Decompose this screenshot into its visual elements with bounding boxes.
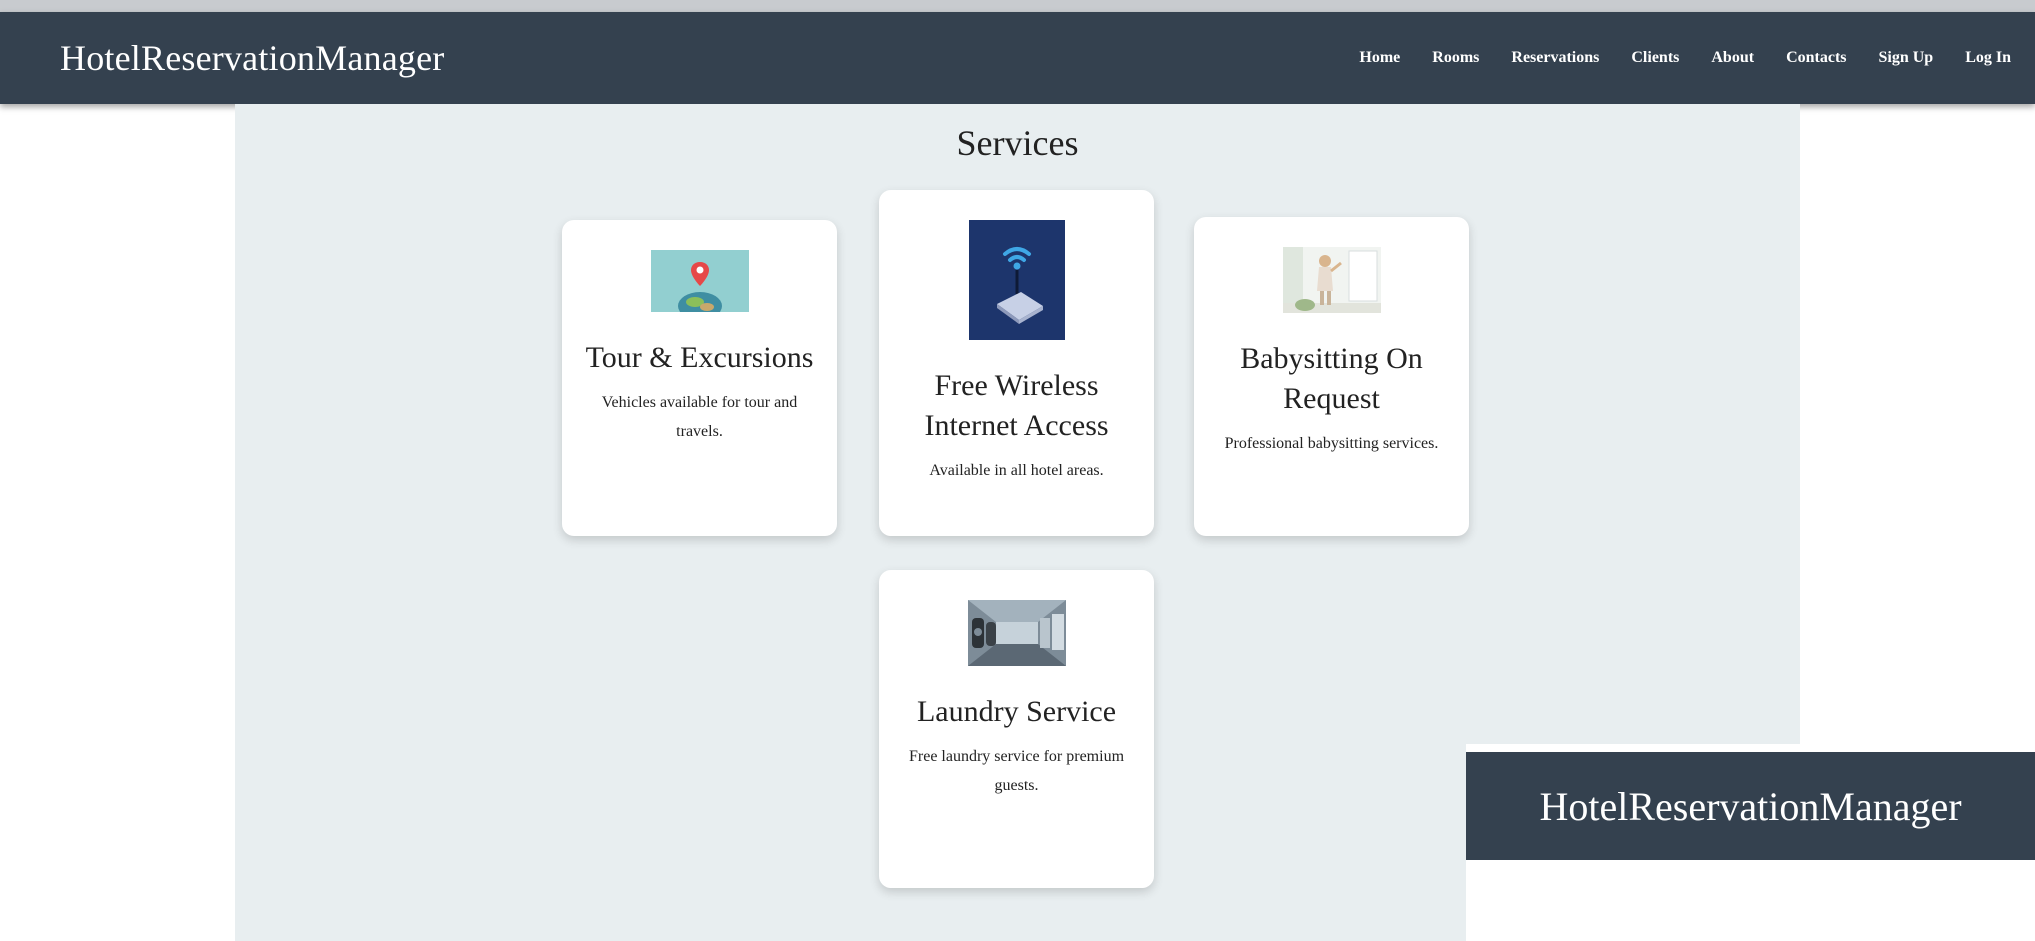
nav-log-in[interactable]: Log In — [1965, 49, 2011, 67]
card-description: Available in all hotel areas. — [929, 462, 1104, 479]
wifi-router-image — [968, 220, 1065, 340]
service-card-wifi: Free Wireless Internet Access Available … — [879, 190, 1154, 536]
overlay-top-gap — [1466, 744, 2035, 752]
service-card-babysitting: Babysitting On Request Professional baby… — [1194, 217, 1469, 536]
card-title: Laundry Service — [916, 695, 1117, 728]
card-description: Professional babysitting services. — [1224, 435, 1439, 452]
section-title: Services — [956, 123, 1079, 163]
card-title: Tour & Excursions — [585, 341, 814, 374]
card-description: Vehicles available for tour and travels. — [601, 394, 798, 440]
nav-contacts[interactable]: Contacts — [1786, 49, 1846, 67]
card-title: Free Wireless Internet Access — [924, 369, 1109, 442]
card-description: Free laundry service for premium guests. — [908, 748, 1125, 794]
nav-home[interactable]: Home — [1359, 49, 1400, 67]
brand-logo[interactable]: HotelReservationManager — [60, 37, 444, 79]
overlay-blank-area — [1466, 860, 2035, 941]
nav-rooms[interactable]: Rooms — [1432, 49, 1479, 67]
nav-links: Home Rooms Reservations Clients About Co… — [1327, 49, 2011, 67]
map-pin-globe-image — [650, 250, 749, 312]
browser-top-strip — [0, 0, 2035, 12]
nav-about[interactable]: About — [1711, 49, 1754, 67]
page: HotelReservationManager Home Rooms Reser… — [0, 0, 2035, 941]
service-card-laundry: Laundry Service Free laundry service for… — [879, 570, 1154, 888]
overlay-navbar: HotelReservationManager — [1466, 752, 2035, 860]
card-title: Babysitting On Request — [1240, 342, 1423, 415]
navbar: HotelReservationManager Home Rooms Reser… — [0, 12, 2035, 104]
overlay-brand-logo[interactable]: HotelReservationManager — [1539, 783, 1961, 830]
laundry-image — [967, 600, 1066, 666]
nav-reservations[interactable]: Reservations — [1511, 49, 1599, 67]
service-card-tour: Tour & Excursions Vehicles available for… — [562, 220, 837, 536]
child-image — [1282, 247, 1381, 313]
nav-sign-up[interactable]: Sign Up — [1879, 49, 1934, 67]
nav-clients[interactable]: Clients — [1631, 49, 1679, 67]
